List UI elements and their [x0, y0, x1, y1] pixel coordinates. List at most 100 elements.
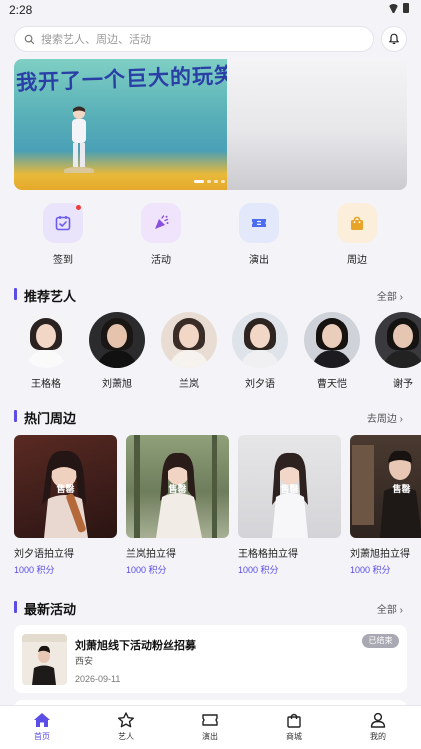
- goods-name: 兰岚拍立得: [126, 549, 176, 560]
- goods-card[interactable]: 售罄 刘夕语拍立得 1000 积分: [14, 435, 117, 575]
- more-label: 去周边: [366, 414, 397, 425]
- party-popper-icon: [155, 215, 169, 229]
- bell-icon: [389, 33, 399, 45]
- latest-activities-header: 最新活动 全部 ›: [14, 598, 407, 617]
- goods-name: 刘夕语拍立得: [14, 549, 74, 560]
- tab-label: 我的: [370, 732, 386, 741]
- tab-artists[interactable]: 艺人: [96, 712, 156, 742]
- chevron-right-icon: ›: [399, 292, 403, 303]
- wifi-icon: [388, 4, 399, 13]
- checkin-icon-tile: [43, 203, 83, 243]
- tab-label: 艺人: [118, 732, 134, 741]
- banner-poster: 我开了一个巨大的玩笑: [14, 59, 236, 190]
- activity-location: 西安: [75, 656, 94, 666]
- artist-card[interactable]: 刘夕语: [230, 312, 290, 390]
- sold-out-label: 售罄: [392, 484, 411, 494]
- unread-dot: [76, 205, 81, 210]
- sold-out-label: 售罄: [280, 484, 299, 494]
- artist-card[interactable]: 兰岚: [159, 312, 219, 390]
- artist-name: 谢予: [393, 379, 413, 390]
- quick-entry-merch[interactable]: 周边: [327, 203, 387, 266]
- sold-out-label: 售罄: [56, 484, 75, 494]
- artist-avatar: [304, 312, 360, 368]
- more-label: 全部: [376, 292, 397, 303]
- goods-points: 1000 积分: [14, 565, 55, 575]
- go-to-merch-link[interactable]: 去周边 ›: [367, 410, 403, 425]
- notification-button[interactable]: [381, 26, 407, 52]
- artist-name: 王格格: [31, 379, 61, 390]
- banner-carousel[interactable]: 我开了一个巨大的玩笑: [14, 59, 407, 190]
- quick-entry-shows[interactable]: 演出: [229, 203, 289, 266]
- more-label: 全部: [376, 605, 397, 616]
- ticket-icon: [202, 714, 218, 726]
- artist-avatar: [232, 312, 288, 368]
- status-icons: [388, 3, 409, 13]
- ticket-icon: [252, 219, 266, 227]
- hot-goods-header: 热门周边 去周边 ›: [14, 407, 407, 426]
- search-row: 搜索艺人、周边、活动: [14, 26, 407, 52]
- shopping-bag-icon: [351, 216, 363, 230]
- artist-avatar: [161, 312, 217, 368]
- tab-shows[interactable]: 演出: [180, 712, 240, 742]
- goods-image: 售罄: [238, 435, 341, 538]
- quick-entry-label: 周边: [347, 255, 367, 266]
- sold-out-label: 售罄: [168, 484, 187, 494]
- tab-home[interactable]: 首页: [12, 712, 72, 742]
- artist-name: 刘萧旭: [102, 379, 132, 390]
- section-title: 热门周边: [24, 411, 77, 426]
- quick-entries: 签到 活动 演出 周边: [14, 203, 407, 266]
- activity-title: 刘萧旭线下活动粉丝招募: [75, 640, 196, 652]
- tab-mall[interactable]: 商城: [264, 712, 324, 742]
- view-all-artists-link[interactable]: 全部 ›: [377, 288, 403, 303]
- goods-points: 1000 积分: [126, 565, 167, 575]
- goods-image: 售罄: [350, 435, 421, 538]
- goods-card[interactable]: 售罄 王格格拍立得 1000 积分: [238, 435, 341, 575]
- recommended-artists-header: 推荐艺人 全部 ›: [14, 285, 407, 304]
- home-icon: [34, 713, 50, 727]
- activity-icon-tile: [141, 203, 181, 243]
- quick-entry-checkin[interactable]: 签到: [33, 203, 93, 266]
- tab-profile[interactable]: 我的: [348, 712, 408, 742]
- star-icon: [118, 712, 134, 728]
- artist-list: 王格格 刘萧旭 兰岚 刘夕语 曹天恺 谢予: [14, 312, 421, 392]
- section-accent-bar: [14, 288, 17, 300]
- shopping-bag-icon: [287, 713, 301, 728]
- search-icon: [24, 34, 35, 44]
- goods-image: 售罄: [14, 435, 117, 538]
- activity-thumbnail: [22, 634, 67, 685]
- search-input[interactable]: 搜索艺人、周边、活动: [14, 26, 374, 52]
- chevron-right-icon: ›: [399, 605, 403, 616]
- tab-label: 演出: [202, 732, 218, 741]
- goods-card[interactable]: 售罄 刘萧旭拍立得 1000 积分: [350, 435, 421, 575]
- quick-entry-activity[interactable]: 活动: [131, 203, 191, 266]
- search-placeholder: 搜索艺人、周边、活动: [41, 34, 151, 46]
- bottom-tab-bar: 首页 艺人 演出 商城 我的: [0, 705, 421, 749]
- merch-icon-tile: [337, 203, 377, 243]
- goods-points: 1000 积分: [238, 565, 279, 575]
- artist-card[interactable]: 曹天恺: [302, 312, 362, 390]
- goods-name: 王格格拍立得: [238, 549, 298, 560]
- goods-points: 1000 积分: [350, 565, 391, 575]
- tab-label: 商城: [286, 732, 302, 741]
- section-title: 最新活动: [24, 602, 77, 617]
- artist-card[interactable]: 刘萧旭: [87, 312, 147, 390]
- goods-list: 售罄 刘夕语拍立得 1000 积分 售罄 兰岚拍立得 1000 积分 售罄 王格…: [14, 435, 421, 575]
- artist-avatar: [375, 312, 421, 368]
- chevron-right-icon: ›: [399, 414, 403, 425]
- section-accent-bar: [14, 410, 17, 422]
- calendar-check-icon: [55, 216, 71, 231]
- artist-avatar: [18, 312, 74, 368]
- view-all-activities-link[interactable]: 全部 ›: [377, 601, 403, 616]
- banner-next-slide: [227, 59, 407, 190]
- quick-entry-label: 活动: [151, 255, 171, 266]
- quick-entry-label: 演出: [249, 255, 269, 266]
- artist-card[interactable]: 王格格: [16, 312, 76, 390]
- artist-card[interactable]: 谢予: [373, 312, 421, 390]
- activity-card[interactable]: 刘萧旭线下活动粉丝招募 西安 2026-09-11 已结束: [14, 625, 407, 693]
- banner-person-image: [64, 106, 94, 173]
- user-icon: [370, 712, 386, 728]
- section-accent-bar: [14, 601, 17, 613]
- battery-icon: [403, 3, 409, 13]
- goods-card[interactable]: 售罄 兰岚拍立得 1000 积分: [126, 435, 229, 575]
- artist-name: 曹天恺: [317, 379, 347, 390]
